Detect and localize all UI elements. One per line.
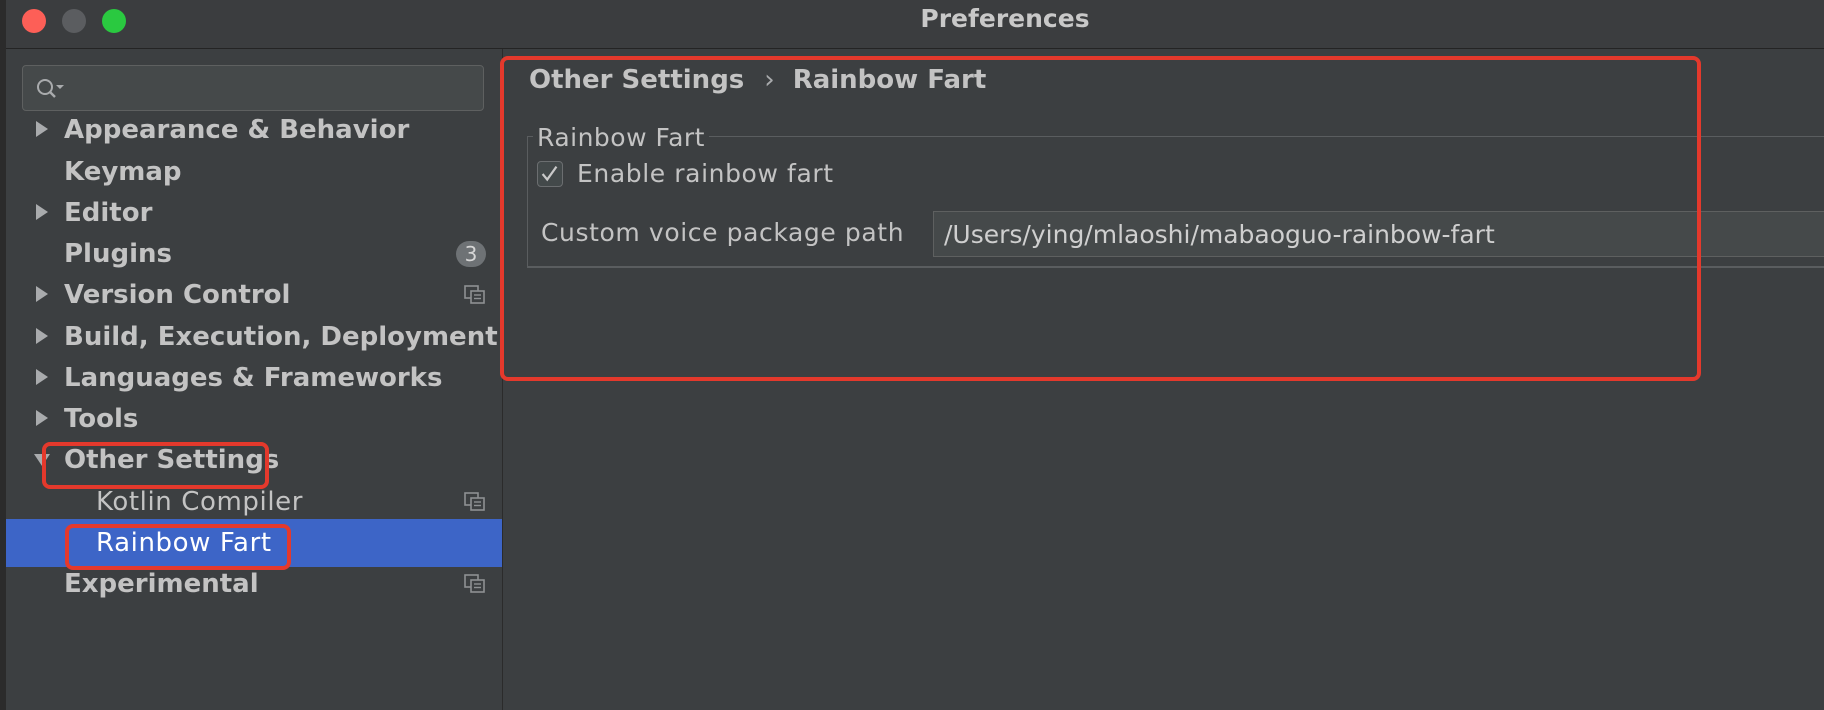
enable-rainbow-fart-label[interactable]: Enable rainbow fart — [577, 155, 834, 193]
expand-arrow-icon[interactable] — [36, 410, 48, 426]
expand-arrow-icon[interactable] — [36, 121, 48, 137]
expand-arrow-icon[interactable] — [36, 328, 48, 344]
project-settings-icon — [464, 285, 485, 304]
voice-package-path-input[interactable] — [933, 211, 1824, 257]
sidebar-item-label: Experimental — [64, 569, 259, 599]
group-title: Rainbow Fart — [533, 121, 709, 155]
breadcrumb-current: Rainbow Fart — [792, 65, 987, 95]
expand-arrow-icon[interactable] — [36, 286, 48, 302]
breadcrumb-parent[interactable]: Other Settings — [529, 65, 744, 95]
plugins-update-badge: 3 — [456, 241, 486, 267]
title-bar: Preferences — [6, 0, 1824, 49]
settings-content-panel: Other Settings › Rainbow Fart Rainbow Fart… — [503, 49, 1824, 710]
settings-search-input[interactable] — [22, 65, 484, 111]
breadcrumb-chevron-icon: › — [764, 65, 775, 95]
preferences-window: Preferences Appearance & Behavior Keymap… — [6, 0, 1824, 710]
window-title: Preferences — [920, 4, 1090, 33]
collapse-arrow-icon[interactable] — [34, 454, 50, 466]
sidebar-item-label: Other Settings — [64, 445, 280, 475]
search-icon — [37, 79, 64, 98]
sidebar-item-label: Version Control — [64, 280, 291, 310]
sidebar-item-label: Appearance & Behavior — [64, 115, 410, 145]
breadcrumb: Other Settings › Rainbow Fart — [529, 59, 986, 101]
expand-arrow-icon[interactable] — [36, 369, 48, 385]
project-settings-icon — [464, 574, 485, 593]
expand-arrow-icon[interactable] — [36, 204, 48, 220]
voice-package-path-label: Custom voice package path — [541, 218, 905, 247]
sidebar-item-version-control[interactable]: Version Control — [6, 271, 502, 319]
enable-rainbow-fart-checkbox[interactable] — [537, 161, 563, 187]
settings-sidebar: Appearance & Behavior Keymap Editor Plug… — [6, 49, 503, 710]
sidebar-item-appearance-behavior[interactable]: Appearance & Behavior — [6, 106, 502, 154]
sidebar-item-other-settings[interactable]: Other Settings — [6, 436, 502, 484]
project-settings-icon — [464, 492, 485, 511]
sidebar-item-experimental[interactable]: Experimental — [6, 560, 502, 608]
checkmark-icon — [541, 165, 558, 182]
